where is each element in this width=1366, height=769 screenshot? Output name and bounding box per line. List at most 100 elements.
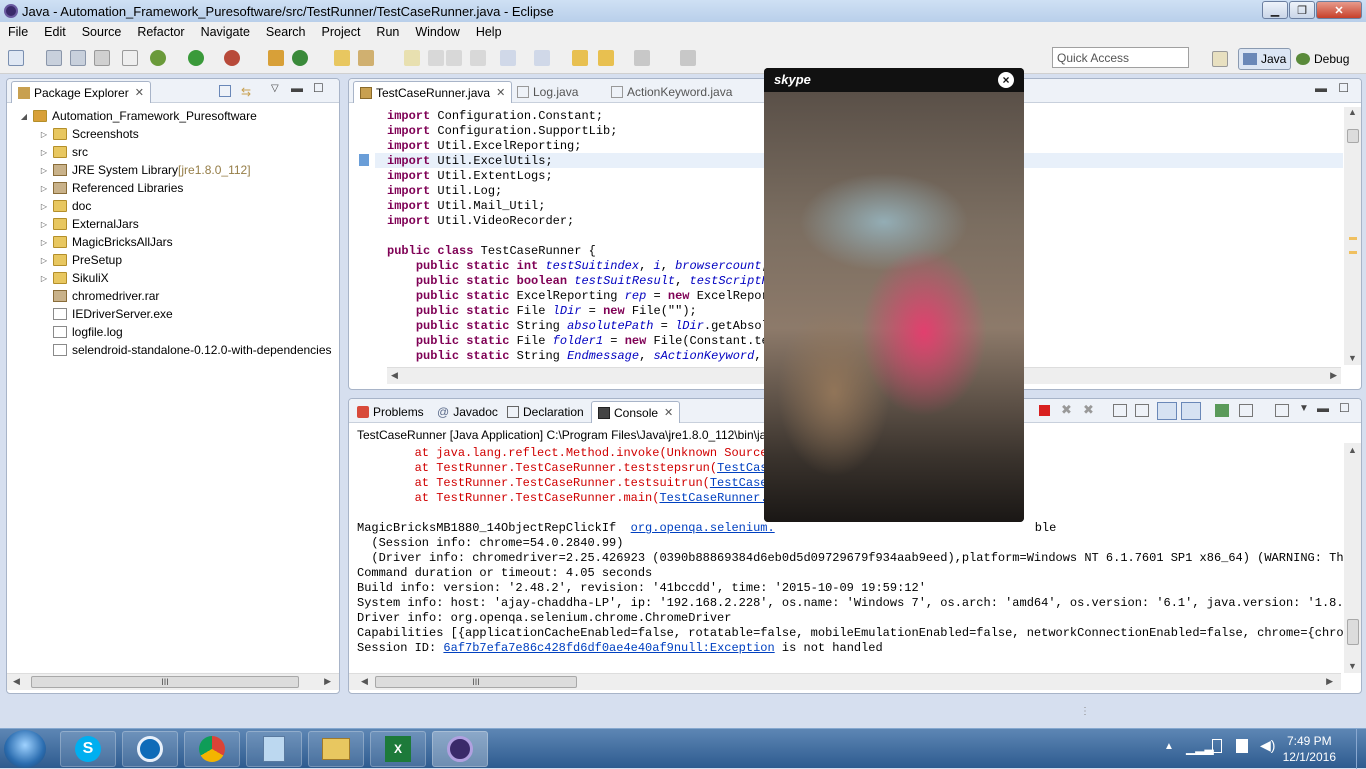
menu-project[interactable]: Project: [314, 25, 369, 39]
code-line[interactable]: import Util.ExtentLogs;: [387, 169, 553, 184]
tab-actionkeyword[interactable]: ActionKeyword.java: [605, 81, 738, 103]
scroll-left-icon[interactable]: ◀: [361, 676, 368, 687]
clock[interactable]: 7:49 PM 12/1/2016: [1283, 733, 1336, 765]
code-line[interactable]: public static ExcelReporting rep = new E…: [387, 289, 776, 304]
editor-vscroll-thumb[interactable]: [1347, 129, 1359, 143]
code-line[interactable]: public static String Endmessage, sAction…: [387, 349, 776, 364]
scroll-up-icon[interactable]: ▲: [1348, 445, 1357, 455]
console-line[interactable]: Build info: version: '2.48.2', revision:…: [357, 581, 926, 596]
tree-item[interactable]: chromedriver.rar: [39, 287, 159, 305]
taskbar-excel[interactable]: X: [370, 731, 426, 767]
menu-run[interactable]: Run: [368, 25, 407, 39]
tree-project[interactable]: ◢ Automation_Framework_Puresoftware: [19, 107, 257, 125]
tree-item[interactable]: ▷ Referenced Libraries: [39, 179, 183, 197]
code-line[interactable]: import Util.ExcelUtils;: [387, 154, 553, 169]
console-stack-line[interactable]: at TestRunner.TestCaseRunner.testsuitrun…: [357, 476, 775, 491]
tab-console[interactable]: Console ✕: [591, 401, 681, 423]
network-icon[interactable]: ▁▂▃: [1186, 741, 1214, 755]
open-console-icon[interactable]: [1275, 404, 1289, 417]
close-icon[interactable]: ✕: [135, 86, 144, 99]
overview-marker[interactable]: [1349, 237, 1357, 240]
console-stack-line[interactable]: at java.lang.reflect.Method.invoke(Unkno…: [357, 446, 775, 461]
expand-arrow-icon[interactable]: ▷: [39, 166, 49, 175]
code-line[interactable]: import Util.ExcelReporting;: [387, 139, 581, 154]
expand-arrow-icon[interactable]: ▷: [39, 274, 49, 283]
console-stack-line[interactable]: at TestRunner.TestCaseRunner.teststepsru…: [357, 461, 775, 476]
expand-arrow-icon[interactable]: ▷: [39, 238, 49, 247]
action-center-icon[interactable]: [1212, 739, 1222, 753]
block-selection-icon[interactable]: [428, 50, 444, 66]
display-console-icon[interactable]: [1239, 404, 1253, 417]
console-error-line[interactable]: MagicBricksMB1880_14ObjectRepClickIf org…: [357, 521, 1056, 536]
code-line[interactable]: public static File lDir = new File("");: [387, 304, 697, 319]
minimize-view-icon[interactable]: ▬: [1315, 81, 1327, 95]
console-line[interactable]: (Session info: chrome=54.0.2840.99): [357, 536, 623, 551]
scroll-right-icon[interactable]: ▶: [324, 676, 331, 687]
last-edit-icon[interactable]: [572, 50, 588, 66]
tab-problems[interactable]: Problems: [351, 401, 430, 423]
tab-log[interactable]: Log.java: [511, 81, 584, 103]
taskbar-chrome[interactable]: [184, 731, 240, 767]
expand-arrow-icon[interactable]: ▷: [39, 148, 49, 157]
expand-arrow-icon[interactable]: ▷: [39, 256, 49, 265]
status-grip-icon[interactable]: ⋮: [1080, 706, 1090, 717]
scroll-down-icon[interactable]: ▼: [1348, 661, 1357, 671]
toggle-mark-icon[interactable]: [404, 50, 420, 66]
whitespace-icon[interactable]: [446, 50, 462, 66]
minimize-view-icon[interactable]: ▬: [1317, 401, 1329, 415]
tree-item[interactable]: ▷ JRE System Library [jre1.8.0_112]: [39, 161, 251, 179]
show-on-error-icon[interactable]: [1181, 402, 1201, 420]
console-vscroll[interactable]: ▲ ▼: [1344, 443, 1361, 673]
tree-item[interactable]: logfile.log: [39, 323, 123, 341]
maximize-button[interactable]: ❐: [1289, 1, 1315, 19]
maximize-view-icon[interactable]: ☐: [1339, 401, 1350, 415]
package-explorer-hscroll-thumb[interactable]: III: [31, 676, 299, 688]
console-line[interactable]: Driver info: org.openqa.selenium.chrome.…: [357, 611, 731, 626]
collapse-all-icon[interactable]: [219, 85, 231, 97]
next-annotation-icon[interactable]: [500, 50, 516, 66]
code-line[interactable]: import Util.Log;: [387, 184, 502, 199]
menu-window[interactable]: Window: [407, 25, 467, 39]
breakpoint-marker[interactable]: [359, 154, 369, 166]
editor-vscroll[interactable]: ▲ ▼: [1344, 107, 1361, 365]
tree-item[interactable]: ▷ MagicBricksAllJars: [39, 233, 173, 251]
tree-item[interactable]: ▷ src: [39, 143, 88, 161]
menu-file[interactable]: File: [0, 25, 36, 39]
menu-source[interactable]: Source: [74, 25, 130, 39]
menu-search[interactable]: Search: [258, 25, 314, 39]
console-line[interactable]: Command duration or timeout: 4.05 second…: [357, 566, 652, 581]
package-explorer-hscroll[interactable]: ◀ III ▶: [7, 673, 339, 690]
tree-item[interactable]: IEDriverServer.exe: [39, 305, 173, 323]
code-line[interactable]: import Util.Mail_Util;: [387, 199, 545, 214]
code-line[interactable]: public static File folder1 = new File(Co…: [387, 334, 776, 349]
scroll-right-icon[interactable]: ▶: [1330, 370, 1337, 381]
tree-item[interactable]: ▷ Screenshots: [39, 125, 139, 143]
scroll-down-icon[interactable]: ▼: [1348, 353, 1357, 363]
code-line[interactable]: import Util.VideoRecorder;: [387, 214, 574, 229]
new-icon[interactable]: [8, 50, 24, 66]
skip-breakpoints-icon[interactable]: [122, 50, 138, 66]
skype-video-window[interactable]: skype ×: [764, 68, 1024, 522]
run-icon[interactable]: [188, 50, 204, 66]
scroll-left-icon[interactable]: ◀: [391, 370, 398, 381]
menu-navigate[interactable]: Navigate: [193, 25, 258, 39]
debug-perspective-button[interactable]: Debug: [1292, 48, 1353, 70]
taskbar-explorer[interactable]: [308, 731, 364, 767]
print-icon[interactable]: [94, 50, 110, 66]
taskbar-notepad[interactable]: [246, 731, 302, 767]
collapse-arrow-icon[interactable]: ◢: [19, 112, 29, 121]
debug-icon[interactable]: [150, 50, 166, 66]
tab-javadoc[interactable]: @ Javadoc: [431, 401, 504, 423]
menu-edit[interactable]: Edit: [36, 25, 74, 39]
forward-icon[interactable]: [634, 50, 650, 66]
start-button[interactable]: [4, 730, 46, 768]
save-icon[interactable]: [46, 50, 62, 66]
view-menu-icon[interactable]: ▽: [271, 83, 279, 94]
search-icon[interactable]: [358, 50, 374, 66]
show-desktop-button[interactable]: [1356, 729, 1366, 769]
pin-editor-icon[interactable]: [680, 50, 696, 66]
show-whitespace-icon[interactable]: [470, 50, 486, 66]
tree-item[interactable]: ▷ PreSetup: [39, 251, 122, 269]
console-line[interactable]: (Driver info: chromedriver=2.25.426923 (…: [357, 551, 1361, 566]
close-button[interactable]: ✕: [1316, 1, 1362, 19]
